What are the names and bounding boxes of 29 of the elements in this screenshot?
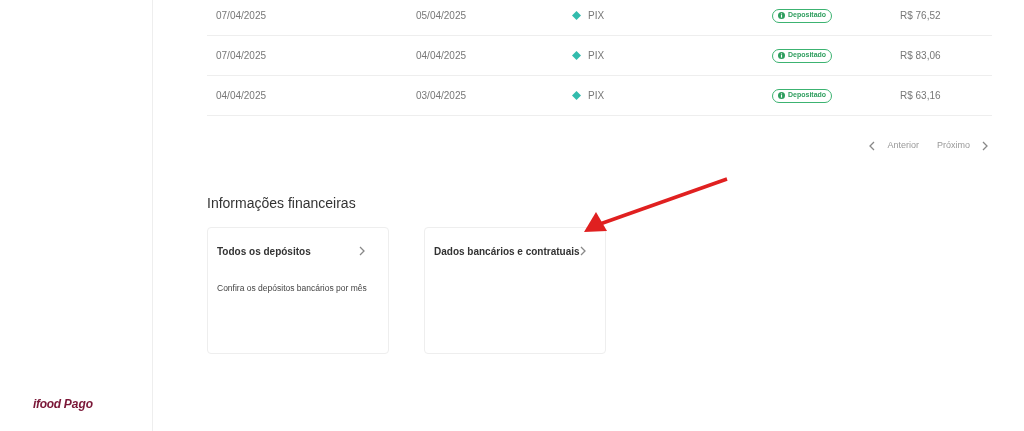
info-card[interactable]: Todos os depósitos Confira os depósitos bancários por mês [207,226,389,354]
table-cell-text: 07/04/2025 [215,49,268,63]
table-cell-text: 03/04/2025 [415,89,468,103]
card-title: Todos os depósitos [217,244,311,259]
table-cell-text: PIX [588,9,605,23]
chevron-left-icon [869,140,876,151]
info-icon [778,92,785,99]
table-cell-text: R$ 76,52 [899,9,941,23]
pix-icon [572,51,581,60]
table-cell-text: 04/04/2025 [215,89,268,103]
info-icon [778,12,785,19]
info-card[interactable]: Dados bancários e contratuais [424,226,606,354]
chevron-right-icon [359,246,365,256]
table-cell-text: 04/04/2025 [415,49,468,63]
section-title: Informações financeiras [207,193,357,213]
table-cell-text: R$ 63,16 [899,89,941,103]
chevron-right-icon [579,246,586,256]
table-cell-text: R$ 83,06 [899,49,941,63]
table-cell-text: 05/04/2025 [415,9,468,23]
brand-logo: ifood Pago [32,396,94,413]
table-cell-text: PIX [588,89,605,103]
table-cell-text: 07/04/2025 [215,9,268,23]
info-icon [778,52,785,59]
card-title: Dados bancários e contratuais [434,244,580,259]
card-description: Confira os depósitos bancários por mês [217,281,368,295]
chevron-right-icon [982,140,988,151]
pix-icon [572,91,581,100]
pix-icon [572,11,581,20]
table-cell-text: PIX [588,49,605,63]
